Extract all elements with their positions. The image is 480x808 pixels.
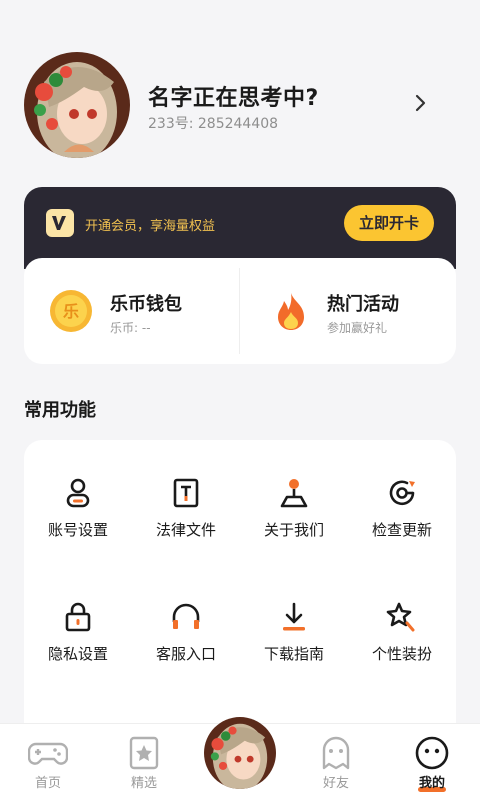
- function-label: 下载指南: [263, 645, 324, 663]
- center-avatar-button[interactable]: [204, 717, 276, 789]
- tab-label: 精选: [130, 776, 157, 791]
- function-grid: 账号设置 法律文件 关于我们 检查更新 隐私设置 客服入口 下载指南 个性装扮: [24, 440, 456, 740]
- function-label: 个性装扮: [371, 645, 432, 663]
- check-update-item[interactable]: 检查更新: [348, 476, 456, 576]
- function-label: 检查更新: [371, 521, 432, 539]
- vip-logo-icon: [46, 209, 74, 237]
- tab-label: 首页: [34, 776, 61, 791]
- customer-service-item[interactable]: 客服入口: [132, 600, 240, 700]
- hot-events-title: 热门活动: [327, 294, 399, 315]
- function-label: 关于我们: [263, 521, 324, 539]
- coin-balance: 乐币: --: [110, 321, 151, 335]
- legal-docs-item[interactable]: 法律文件: [132, 476, 240, 576]
- profile-uid: 233号: 285244408: [148, 116, 279, 132]
- download-guide-item[interactable]: 下载指南: [240, 600, 348, 700]
- tab-friends[interactable]: 好友: [296, 736, 376, 806]
- legal-icon: [173, 478, 199, 508]
- tab-featured[interactable]: 精选: [104, 736, 184, 806]
- face-icon: [415, 736, 449, 770]
- account-icon: [66, 478, 90, 508]
- privacy-settings-item[interactable]: 隐私设置: [24, 600, 132, 700]
- vip-promo-text: 开通会员，享海量权益: [85, 219, 216, 234]
- about-icon: [280, 479, 308, 508]
- chevron-right-icon[interactable]: [410, 92, 432, 114]
- function-label: 法律文件: [155, 521, 216, 539]
- user-avatar[interactable]: [24, 52, 130, 158]
- personalize-item[interactable]: 个性装扮: [348, 600, 456, 700]
- common-functions-title: 常用功能: [24, 400, 96, 421]
- open-vip-button[interactable]: 立即开卡: [344, 205, 434, 241]
- function-label: 隐私设置: [47, 645, 108, 663]
- wallet-card: 乐 乐币钱包 乐币: -- 热门活动 参加赢好礼: [24, 258, 456, 364]
- tab-me[interactable]: 我的: [392, 736, 472, 806]
- tab-label: 我的: [418, 776, 445, 791]
- vip-banner[interactable]: 开通会员，享海量权益 立即开卡: [24, 187, 456, 269]
- lock-icon: [65, 602, 91, 632]
- update-icon: [389, 480, 415, 506]
- coin-glyph: 乐: [63, 302, 79, 321]
- coin-icon: 乐: [50, 290, 92, 332]
- coin-wallet-entry[interactable]: 乐 乐币钱包 乐币: --: [24, 258, 240, 364]
- ghost-icon: [322, 736, 350, 770]
- headset-icon: [172, 603, 200, 629]
- profile-name: 名字正在思考中?: [148, 86, 319, 111]
- tab-home[interactable]: 首页: [8, 736, 88, 806]
- download-icon: [283, 602, 305, 631]
- function-label: 账号设置: [47, 521, 108, 539]
- about-us-item[interactable]: 关于我们: [240, 476, 348, 576]
- function-label: 客服入口: [155, 645, 216, 663]
- fire-icon: [278, 293, 304, 330]
- coin-wallet-title: 乐币钱包: [110, 294, 182, 315]
- tab-label: 好友: [322, 776, 349, 791]
- hot-events-sub: 参加赢好礼: [327, 321, 388, 335]
- profile-header[interactable]: 名字正在思考中? 233号: 285244408: [24, 52, 456, 158]
- hot-events-entry[interactable]: 热门活动 参加赢好礼: [240, 258, 456, 364]
- gamepad-icon: [28, 742, 68, 765]
- sparkle-icon: [386, 602, 415, 632]
- account-settings-item[interactable]: 账号设置: [24, 476, 132, 576]
- star-card-icon: [129, 736, 159, 770]
